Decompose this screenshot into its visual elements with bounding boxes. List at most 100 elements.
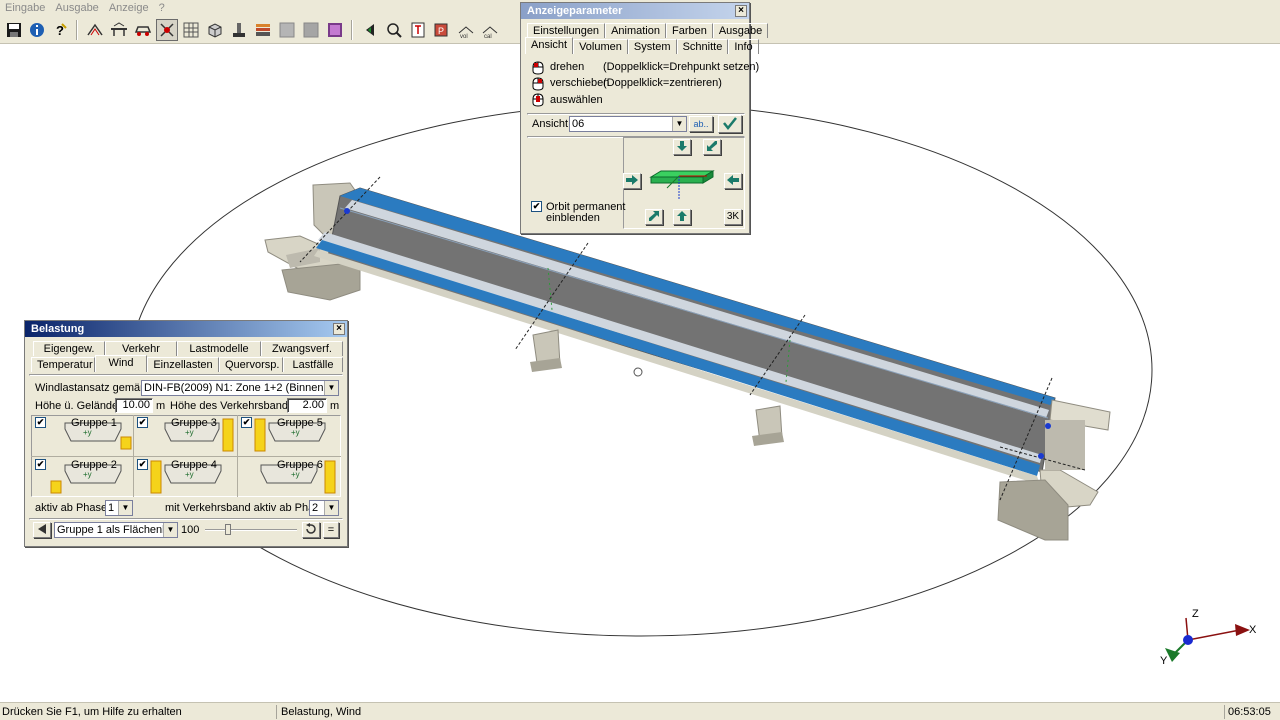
tab-verkehr[interactable]: Verkehr <box>105 341 177 356</box>
check-icon <box>723 117 737 131</box>
phase-select-value: 1 <box>108 502 115 514</box>
arrow-left-icon <box>38 524 46 534</box>
mitverkehr-select[interactable]: 2 ▼ <box>309 500 339 516</box>
text-icon[interactable] <box>407 19 429 41</box>
car-icon[interactable] <box>132 19 154 41</box>
3k-button[interactable]: 3K <box>724 209 742 225</box>
reset-button[interactable] <box>302 522 320 538</box>
tab-schnitte[interactable]: Schnitte <box>676 39 729 54</box>
anzeige-title: Anzeigeparameter × <box>521 3 749 19</box>
close-icon[interactable]: × <box>333 323 345 335</box>
grid-icon[interactable] <box>180 19 202 41</box>
belastung-tabs-row1: Eigengew. Verkehr Lastmodelle Zwangsverf… <box>33 341 343 356</box>
view-up-button[interactable] <box>673 209 691 225</box>
menu-ausgabe[interactable]: Ausgabe <box>50 2 103 14</box>
hoehe-unit: m <box>156 400 166 412</box>
tab-eigengew[interactable]: Eigengew. <box>33 341 105 356</box>
menu-eingabe[interactable]: Eingabe <box>0 2 50 14</box>
mouse-verschieben-hint: (Doppelklick=zentrieren) <box>603 77 722 89</box>
coordinate-axes: X Z Y <box>1160 608 1257 667</box>
tab-volumen[interactable]: Volumen <box>573 39 628 54</box>
flaechenlast-select[interactable]: Gruppe 1 als Flächenlast ▼ <box>54 522 178 538</box>
scale-slider[interactable] <box>205 524 297 536</box>
group-2-label: Gruppe 2 <box>71 459 117 471</box>
hoehe-input[interactable]: 10.00 <box>115 398 153 413</box>
gray-icon[interactable] <box>276 19 298 41</box>
chevron-down-icon: ▼ <box>118 501 132 515</box>
calc-icon[interactable]: cal <box>479 19 501 41</box>
tab-quervorsp[interactable]: Quervorsp. <box>219 357 283 372</box>
tab-lastfaelle[interactable]: Lastfälle <box>283 357 343 372</box>
view-down-button[interactable] <box>673 139 691 155</box>
ansicht-select[interactable]: 06 ▼ <box>569 116 687 132</box>
menu-anzeige[interactable]: Anzeige <box>104 2 154 14</box>
group-1-checkbox[interactable]: ✔ <box>35 417 46 428</box>
view-icon[interactable]: vol <box>455 19 477 41</box>
gray-icon[interactable] <box>300 19 322 41</box>
arrow-right-icon <box>626 175 638 185</box>
view-diag-button[interactable] <box>703 139 721 155</box>
group-5-axis: +y <box>291 428 300 437</box>
slider-value: 100 <box>181 524 200 536</box>
tab-wind[interactable]: Wind <box>95 355 147 372</box>
layer-icon[interactable] <box>252 19 274 41</box>
ansicht-label: Ansicht <box>532 118 569 130</box>
info-icon[interactable] <box>26 19 48 41</box>
tab-einstellungen[interactable]: Einstellungen <box>527 23 606 38</box>
tab-zwangsverf[interactable]: Zwangsverf. <box>261 341 343 356</box>
help-icon[interactable]: ? <box>49 19 71 41</box>
tab-ansicht[interactable]: Ansicht <box>525 37 574 54</box>
tab-lastmodelle[interactable]: Lastmodelle <box>177 341 261 356</box>
windlast-select-value: DIN-FB(2009) N1: Zone 1+2 (Binnenland) <box>144 382 339 394</box>
phase-select[interactable]: 1 ▼ <box>105 500 133 516</box>
status-time: 06:53:05 <box>1228 706 1271 718</box>
ansicht-select-value: 06 <box>572 118 585 130</box>
menu-help[interactable]: ? <box>154 2 170 14</box>
slider-thumb[interactable] <box>225 524 231 535</box>
tab-temperatur[interactable]: Temperatur <box>31 357 95 372</box>
pier <box>530 329 562 372</box>
view-left-button[interactable] <box>724 173 742 189</box>
box-icon[interactable] <box>204 19 226 41</box>
tab-einzellasten[interactable]: Einzellasten <box>147 357 219 372</box>
palette-icon[interactable] <box>324 19 346 41</box>
verkehr-unit: m <box>330 400 340 412</box>
tab-ausgabe[interactable]: Ausgabe <box>712 23 769 38</box>
cursor-icon[interactable] <box>156 19 178 41</box>
tab-system[interactable]: System <box>627 39 677 54</box>
arrow-down-icon <box>677 141 687 151</box>
ab-button[interactable]: ab.. <box>689 116 713 132</box>
arrow-icon[interactable] <box>359 19 381 41</box>
orbit-checkbox[interactable]: ✔ <box>531 201 542 212</box>
mouse-middle-icon <box>532 93 544 107</box>
chevron-down-icon: ▼ <box>324 381 338 395</box>
confirm-button[interactable] <box>718 115 742 133</box>
group-5-checkbox[interactable]: ✔ <box>241 417 252 428</box>
support-icon[interactable] <box>228 19 250 41</box>
view-right-button[interactable] <box>623 173 641 189</box>
tab-farben[interactable]: Farben <box>665 23 713 38</box>
tab-info[interactable]: Info <box>728 39 759 54</box>
frame-icon[interactable] <box>84 19 106 41</box>
tab-animation[interactable]: Animation <box>605 23 666 38</box>
view-up-diag-button[interactable] <box>645 209 663 225</box>
group-4-label: Gruppe 4 <box>171 459 217 471</box>
chevron-down-icon: ▼ <box>163 523 177 537</box>
view-toggle-button[interactable] <box>33 522 51 538</box>
orbit-label-2: einblenden <box>546 212 600 224</box>
group-4-checkbox[interactable]: ✔ <box>137 459 148 470</box>
verkehr-input[interactable]: 2.00 <box>287 398 327 413</box>
group-3-label: Gruppe 3 <box>171 417 217 429</box>
windlast-select[interactable]: DIN-FB(2009) N1: Zone 1+2 (Binnenland) ▼ <box>141 380 339 396</box>
print-icon[interactable]: P <box>431 19 453 41</box>
svg-text:vol: vol <box>460 34 468 39</box>
belastung-dialog: Belastung × Eigengew. Verkehr Lastmodell… <box>24 320 348 547</box>
save-icon[interactable] <box>3 19 25 41</box>
bridge-icon[interactable] <box>108 19 130 41</box>
group-3-checkbox[interactable]: ✔ <box>137 417 148 428</box>
close-icon[interactable]: × <box>735 5 747 17</box>
zoom-icon[interactable] <box>383 19 405 41</box>
equal-button[interactable]: = <box>323 522 339 538</box>
group-2-checkbox[interactable]: ✔ <box>35 459 46 470</box>
group-1-label: Gruppe 1 <box>71 417 117 429</box>
